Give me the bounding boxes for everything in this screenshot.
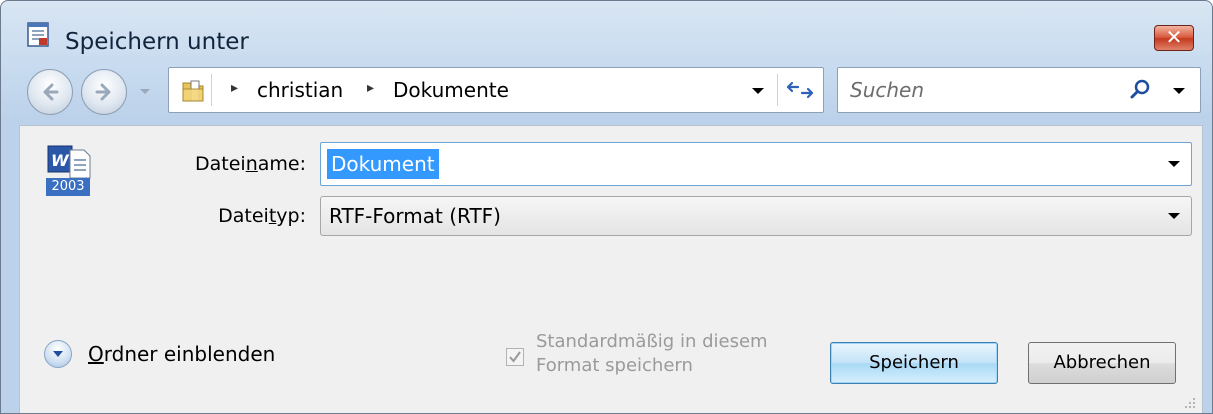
forward-button[interactable] [81, 69, 127, 115]
chevron-down-icon[interactable] [1167, 159, 1181, 169]
default-format-label: Standardmäßig in diesem Format speichern [536, 331, 768, 376]
chevron-down-icon[interactable] [1167, 211, 1181, 221]
breadcrumb-chevron-icon[interactable]: ▸ [231, 80, 238, 96]
checkmark-icon [509, 351, 521, 363]
filetype-label: Dateityp: [218, 205, 306, 227]
dialog-body: W 2003 Dateiname: Dokument Dateityp: RTF… [19, 125, 1203, 413]
filetype-select[interactable]: RTF-Format (RTF) [320, 196, 1192, 236]
address-separator [211, 74, 212, 106]
document-app-icon [27, 22, 49, 47]
save-button[interactable]: Speichern [830, 342, 998, 384]
title-bar: Speichern unter ✕ [1, 1, 1212, 59]
arrow-left-icon [43, 83, 59, 101]
close-button[interactable]: ✕ [1154, 25, 1194, 51]
refresh-icon[interactable] [785, 78, 815, 102]
filename-input-value[interactable]: Dokument [327, 149, 439, 179]
filename-field[interactable]: Dokument [320, 142, 1192, 186]
folder-icon [182, 80, 204, 102]
arrow-right-icon [95, 83, 111, 101]
breadcrumb-dokumente[interactable]: Dokumente [393, 78, 509, 102]
filetype-value: RTF-Format (RTF) [329, 204, 501, 228]
close-icon: ✕ [1165, 25, 1183, 49]
version-badge: 2003 [46, 178, 90, 196]
resize-grip-icon[interactable] [1182, 395, 1196, 409]
breadcrumb-christian[interactable]: christian [257, 78, 343, 102]
search-icon[interactable] [1128, 78, 1152, 102]
navigation-bar: ▸ christian ▸ Dokumente Suchen [1, 63, 1212, 119]
recent-locations-dropdown-icon[interactable] [137, 83, 153, 99]
save-as-dialog: Speichern unter ✕ ▸ christian ▸ Dokument… [0, 0, 1213, 414]
address-bar[interactable]: ▸ christian ▸ Dokumente [168, 67, 824, 113]
back-button[interactable] [27, 69, 73, 115]
chevron-down-icon[interactable] [1172, 86, 1186, 96]
cancel-button[interactable]: Abbrechen [1028, 342, 1176, 384]
dialog-title: Speichern unter [65, 29, 249, 55]
svg-text:W: W [51, 151, 70, 170]
address-divider [777, 74, 778, 106]
chevron-down-icon[interactable] [751, 86, 765, 96]
chevron-down-circle-icon [44, 340, 72, 368]
search-input[interactable]: Suchen [850, 78, 924, 102]
toggle-folders-label: Ordner einblenden [88, 342, 276, 366]
default-format-checkbox[interactable] [506, 348, 524, 366]
breadcrumb-chevron-icon[interactable]: ▸ [367, 80, 374, 96]
search-box[interactable]: Suchen [837, 67, 1201, 113]
word-document-icon: W 2003 [46, 144, 94, 200]
filename-label: Dateiname: [195, 153, 306, 175]
